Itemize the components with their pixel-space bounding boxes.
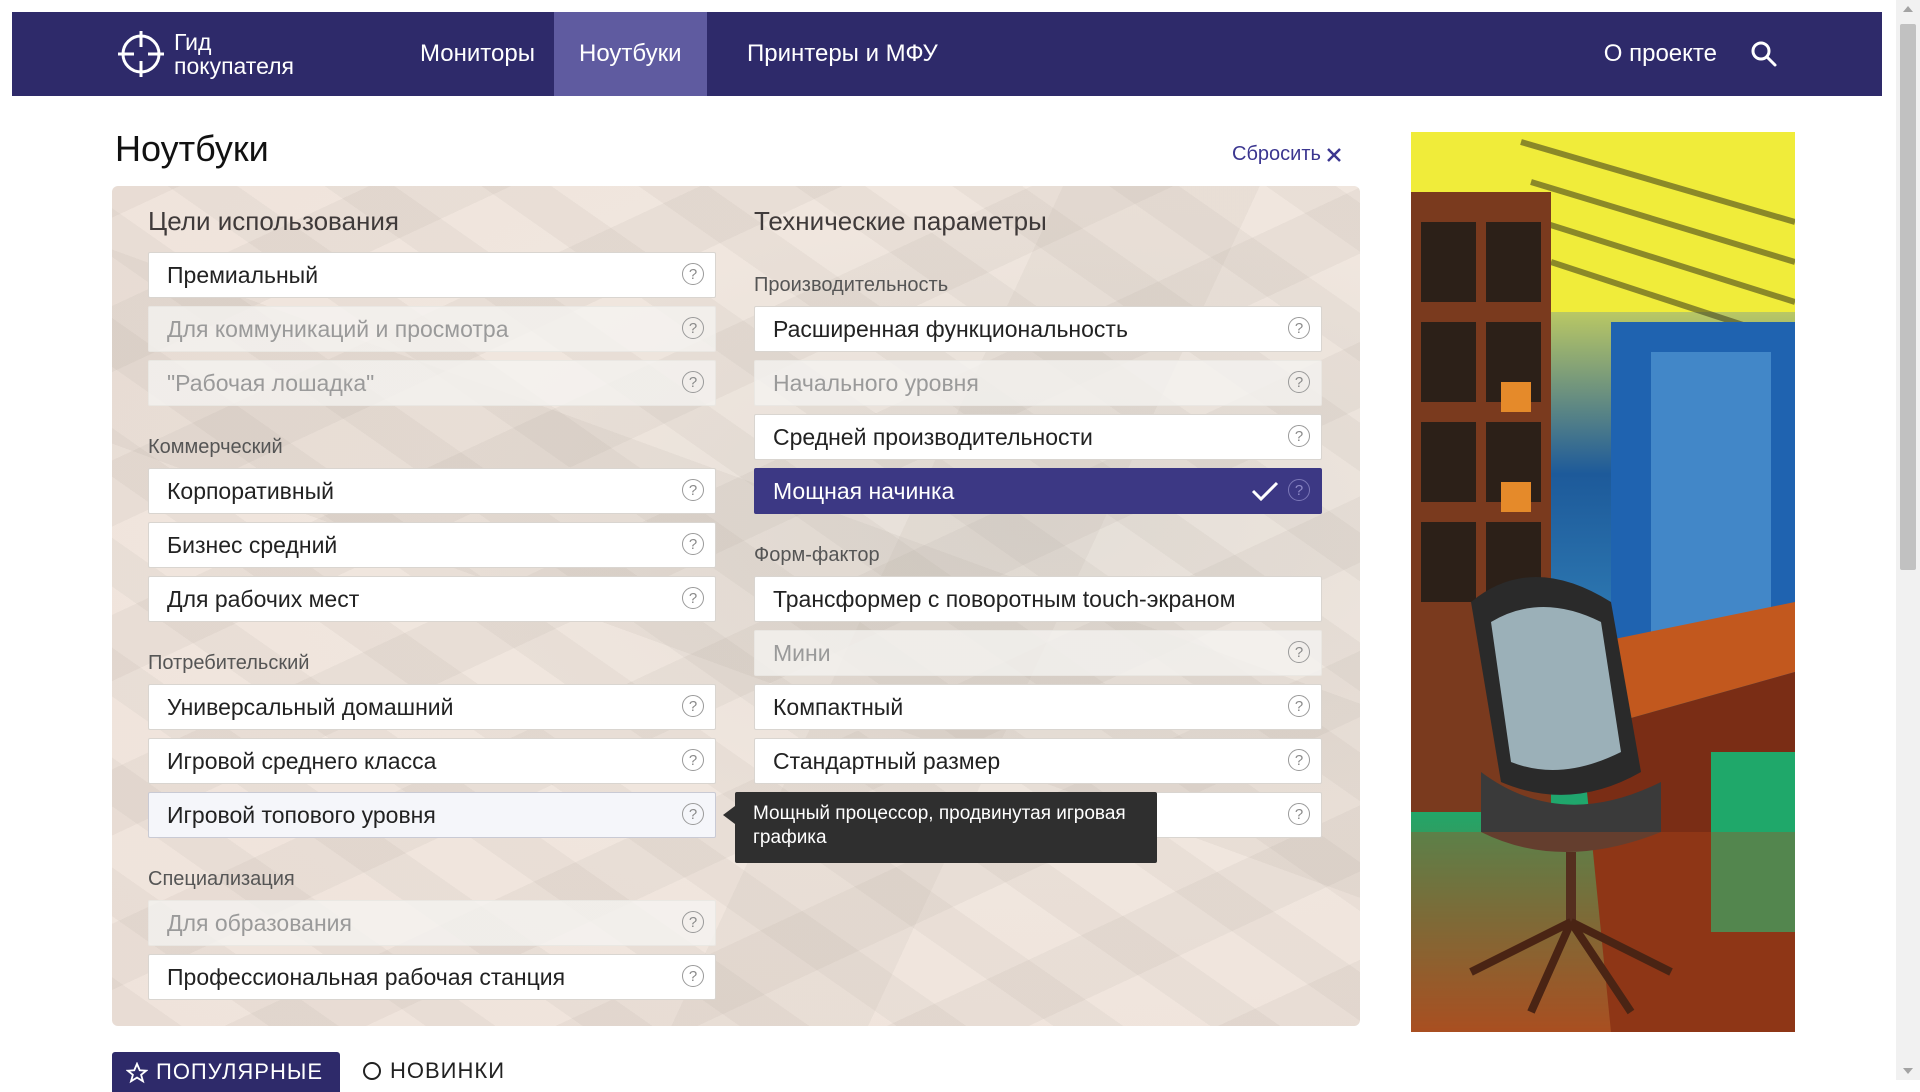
help-icon[interactable]: ? — [682, 533, 704, 555]
help-icon[interactable]: ? — [682, 965, 704, 987]
help-icon[interactable]: ? — [682, 479, 704, 501]
logo-line-1: Гид — [174, 29, 212, 55]
help-icon[interactable]: ? — [1288, 317, 1310, 339]
option-label: Игровой среднего класса — [167, 748, 437, 774]
option-home-universal[interactable]: Универсальный домашний ? — [148, 684, 716, 730]
tech-column-title: Технические параметры — [754, 206, 1047, 236]
option-label: Мини — [773, 640, 831, 666]
option-label: Трансформер с поворотным touch-экраном — [773, 586, 1236, 612]
nav-notebooks[interactable]: Ноутбуки — [554, 12, 707, 96]
help-icon[interactable]: ? — [1288, 371, 1310, 393]
option-label: Премиальный — [167, 262, 319, 288]
reset-filters-link[interactable]: Сбросить — [1232, 143, 1341, 166]
group-label-consumer: Потребительский — [148, 652, 310, 674]
nav-monitors[interactable]: Мониторы — [395, 12, 560, 96]
option-communication: Для коммуникаций и просмотра ? — [148, 306, 716, 352]
help-icon[interactable]: ? — [1288, 803, 1310, 825]
help-icon[interactable]: ? — [682, 911, 704, 933]
page-title: Ноутбуки — [115, 128, 269, 169]
option-label: Для образования — [167, 910, 352, 936]
option-label: Начального уровня — [773, 370, 979, 396]
option-gaming-top[interactable]: Игровой топового уровня ? — [148, 792, 716, 838]
tab-popular-label: ПОПУЛЯРНЫЕ — [156, 1059, 324, 1084]
nav-printers[interactable]: Принтеры и МФУ — [722, 12, 963, 96]
option-corporate[interactable]: Корпоративный ? — [148, 468, 716, 514]
option-extended-functionality[interactable]: Расширенная функциональность ? — [754, 306, 1322, 352]
site-logo[interactable]: Гид покупателя — [116, 24, 294, 84]
close-icon — [1327, 147, 1341, 162]
option-label: Игровой топового уровня — [167, 802, 436, 828]
filter-panel: Цели использования Премиальный ? Для ком… — [112, 186, 1360, 1026]
option-education: Для образования ? — [148, 900, 716, 946]
scroll-down-arrow-icon[interactable] — [1903, 1068, 1913, 1074]
help-icon[interactable]: ? — [1288, 425, 1310, 447]
option-standard-size[interactable]: Стандартный размер ? — [754, 738, 1322, 784]
top-navigation-bar: Гид покупателя Мониторы Ноутбуки Принтер… — [12, 12, 1882, 96]
help-icon[interactable]: ? — [1288, 695, 1310, 717]
option-business-mid[interactable]: Бизнес средний ? — [148, 522, 716, 568]
decorative-office-painting — [1411, 132, 1795, 1032]
option-label: Универсальный домашний — [167, 694, 454, 720]
help-icon[interactable]: ? — [1288, 749, 1310, 771]
tab-new[interactable]: НОВИНКИ — [362, 1058, 505, 1084]
logo-text: Гид покупателя — [174, 30, 294, 78]
help-icon[interactable]: ? — [1288, 641, 1310, 663]
group-label-specialization: Специализация — [148, 868, 295, 890]
option-premium[interactable]: Премиальный ? — [148, 252, 716, 298]
option-label: Компактный — [773, 694, 904, 720]
option-compact[interactable]: Компактный ? — [754, 684, 1322, 730]
option-workhorse: "Рабочая лошадка" ? — [148, 360, 716, 406]
option-label: Средней производительности — [773, 424, 1093, 450]
help-icon[interactable]: ? — [682, 803, 704, 825]
help-icon[interactable]: ? — [1288, 479, 1310, 501]
option-powerful-hardware[interactable]: Мощная начинка ? — [754, 468, 1322, 514]
help-icon[interactable]: ? — [682, 263, 704, 285]
option-label: Расширенная функциональность — [773, 316, 1128, 342]
help-tooltip: Мощный процессор, продвинутая игровая гр… — [723, 792, 1157, 863]
help-icon[interactable]: ? — [682, 317, 704, 339]
reset-label: Сбросить — [1232, 143, 1321, 165]
logo-line-2: покупателя — [174, 53, 294, 79]
tab-new-label: НОВИНКИ — [390, 1058, 506, 1083]
tab-popular[interactable]: ПОПУЛЯРНЫЕ — [112, 1052, 340, 1092]
crosshair-logo-icon — [118, 31, 164, 77]
option-label: Профессиональная рабочая станция — [167, 964, 566, 990]
group-label-performance: Производительность — [754, 274, 949, 296]
option-entry-level: Начального уровня ? — [754, 360, 1322, 406]
option-label: Для коммуникаций и просмотра — [167, 316, 509, 342]
option-label: Мощная начинка — [773, 478, 955, 504]
office-chair-painting-icon — [1411, 132, 1795, 1032]
option-label: Для рабочих мест — [167, 586, 360, 612]
checkmark-icon — [1251, 481, 1279, 501]
option-mini: Мини ? — [754, 630, 1322, 676]
group-label-commercial: Коммерческий — [148, 436, 283, 458]
option-label: Стандартный размер — [773, 748, 1001, 774]
usage-column-title: Цели использования — [148, 206, 399, 236]
option-label: Бизнес средний — [167, 532, 338, 558]
option-mid-performance[interactable]: Средней производительности ? — [754, 414, 1322, 460]
help-icon[interactable]: ? — [682, 587, 704, 609]
help-icon[interactable]: ? — [682, 749, 704, 771]
scrollbar-thumb[interactable] — [1900, 24, 1916, 570]
option-transformer[interactable]: Трансформер с поворотным touch-экраном — [754, 576, 1322, 622]
search-icon[interactable] — [1750, 40, 1778, 68]
option-label: "Рабочая лошадка" — [167, 370, 375, 396]
option-workstation[interactable]: Профессиональная рабочая станция ? — [148, 954, 716, 1000]
option-gaming-mid[interactable]: Игровой среднего класса ? — [148, 738, 716, 784]
page-scrollbar[interactable] — [1896, 0, 1920, 1080]
option-label: Корпоративный — [167, 478, 334, 504]
option-workplaces[interactable]: Для рабочих мест ? — [148, 576, 716, 622]
nav-about[interactable]: О проекте — [1604, 12, 1717, 96]
help-icon[interactable]: ? — [682, 371, 704, 393]
star-icon — [126, 1062, 148, 1084]
group-label-form-factor: Форм-фактор — [754, 544, 880, 566]
circle-icon — [363, 1062, 381, 1080]
help-icon[interactable]: ? — [682, 695, 704, 717]
scroll-up-arrow-icon[interactable] — [1903, 6, 1913, 12]
